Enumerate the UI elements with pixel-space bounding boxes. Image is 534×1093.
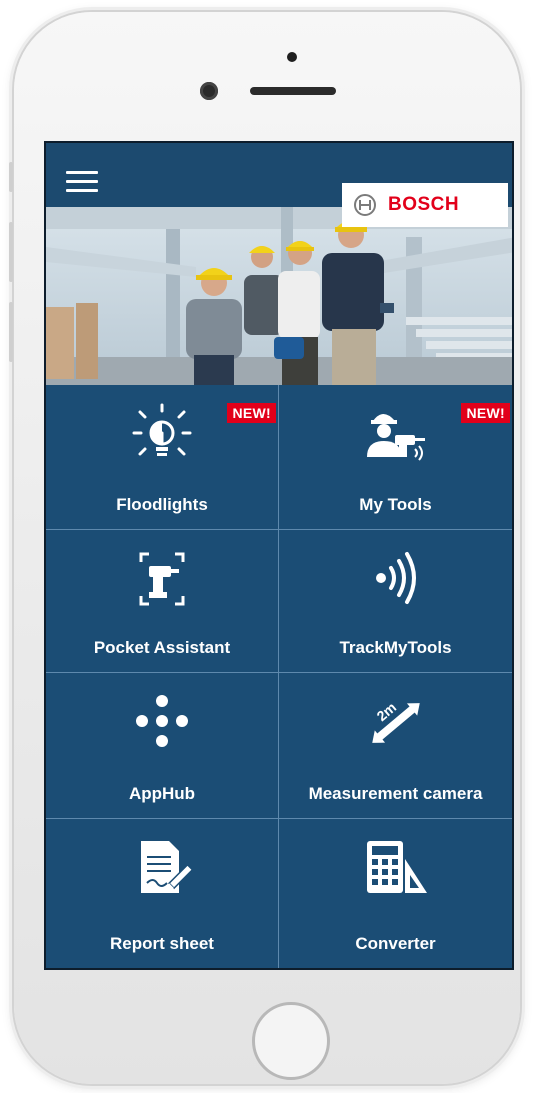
tile-label: Pocket Assistant: [93, 638, 231, 657]
tile-label: Measurement camera: [308, 784, 483, 803]
tile-label: Floodlights: [116, 495, 208, 514]
bosch-logo: BOSCH: [342, 183, 508, 227]
tile-label: Converter: [355, 934, 436, 953]
volume-down-button: [9, 302, 13, 362]
tile-label: AppHub: [128, 784, 196, 803]
construction-workers-photo: [46, 207, 512, 385]
measuring-tape-icon: 2m: [371, 699, 420, 743]
calculator-triangle-icon: [366, 841, 427, 893]
brand-name: BOSCH: [388, 194, 460, 215]
new-badge: NEW!: [461, 403, 510, 423]
drill-scan-icon: [139, 552, 185, 606]
tool-grid: NEW! Floodlights NEW! My Tools Pocket As…: [46, 385, 512, 968]
proximity-sensor: [287, 52, 297, 62]
lightbulb-icon: [132, 403, 192, 456]
new-badge: NEW!: [227, 403, 276, 423]
dots-hub-icon: [136, 695, 188, 747]
tile-report-sheet[interactable]: Report sheet: [46, 819, 279, 968]
tile-apphub[interactable]: AppHub: [46, 673, 279, 819]
tile-measurement-camera[interactable]: 2m Measurement camera: [279, 673, 512, 819]
worker-with-drill-icon: [366, 414, 425, 461]
volume-up-button: [9, 222, 13, 282]
mute-switch: [9, 162, 13, 192]
app-screen: BOSCH NEW! Floodlights NEW! My Tools Poc…: [44, 141, 514, 970]
hero-image: [46, 207, 512, 385]
tile-pocket-assistant[interactable]: Pocket Assistant: [46, 530, 279, 673]
tile-floodlights[interactable]: NEW! Floodlights: [46, 385, 279, 530]
signal-waves-icon: [375, 552, 416, 604]
hamburger-menu-icon[interactable]: [66, 171, 98, 195]
front-camera: [200, 82, 218, 100]
home-button[interactable]: [252, 1002, 330, 1080]
tile-label: My Tools: [359, 495, 432, 514]
document-pen-icon: [141, 841, 194, 893]
tile-trackmytools[interactable]: TrackMyTools: [279, 530, 512, 673]
tile-label: Report sheet: [110, 934, 214, 953]
tile-converter[interactable]: Converter: [279, 819, 512, 968]
earpiece-speaker: [250, 87, 336, 95]
bosch-armature-logo-icon: [354, 194, 376, 216]
tile-label: TrackMyTools: [339, 638, 452, 657]
tile-my-tools[interactable]: NEW! My Tools: [279, 385, 512, 530]
